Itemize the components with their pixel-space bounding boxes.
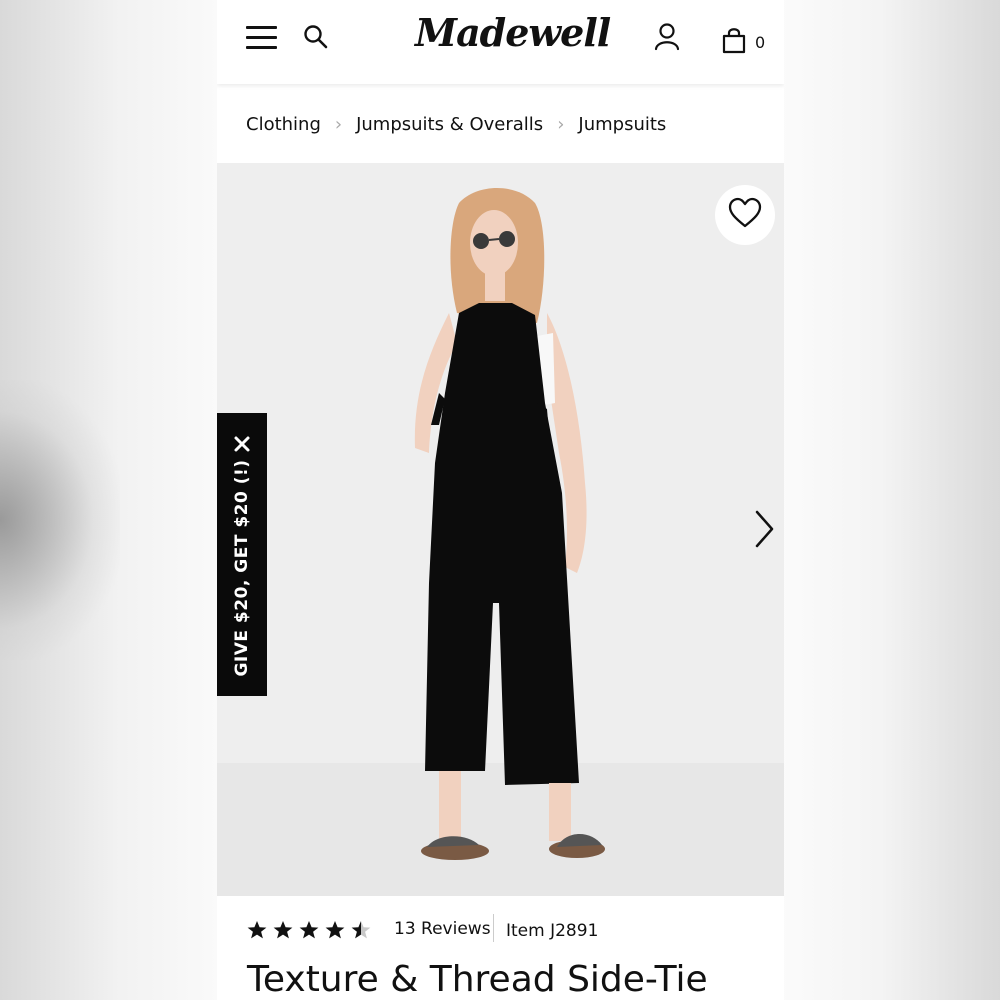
star-icon xyxy=(325,921,345,939)
favorite-button[interactable] xyxy=(715,185,775,245)
half-star-icon xyxy=(351,921,371,939)
account-icon[interactable] xyxy=(653,22,681,52)
search-icon[interactable] xyxy=(303,24,329,50)
phone-screen: Madewell 0 Clothing › Jumpsuits & Overal… xyxy=(217,0,784,1000)
chevron-right-icon[interactable] xyxy=(752,508,776,550)
referral-promo-tab[interactable]: GIVE $20, GET $20 (!) xyxy=(217,413,267,696)
brand-logo[interactable]: Madewell xyxy=(415,10,611,55)
star-icon xyxy=(299,921,319,939)
reviews-link[interactable]: 13 Reviews xyxy=(394,919,491,939)
heart-icon xyxy=(728,197,762,228)
star-rating xyxy=(247,920,371,940)
shopping-bag-icon[interactable] xyxy=(722,26,746,54)
star-icon xyxy=(273,921,293,939)
breadcrumb-jumpsuits[interactable]: Jumpsuits xyxy=(578,114,666,135)
product-title: Texture & Thread Side-Tie xyxy=(247,959,708,1000)
chevron-right-icon: › xyxy=(334,113,343,135)
product-image[interactable] xyxy=(217,163,784,896)
product-info: 13 Reviews Item J2891 Texture & Thread S… xyxy=(217,897,784,1000)
close-icon[interactable] xyxy=(233,435,251,453)
star-icon xyxy=(247,921,267,939)
menu-icon[interactable] xyxy=(246,24,277,50)
divider xyxy=(493,914,494,942)
background-shadow xyxy=(0,380,120,660)
chevron-right-icon: › xyxy=(557,113,565,135)
item-number: Item J2891 xyxy=(506,921,599,941)
promo-text: GIVE $20, GET $20 (!) xyxy=(232,459,252,677)
top-navigation-bar: Madewell 0 xyxy=(217,0,784,84)
breadcrumb-clothing[interactable]: Clothing xyxy=(246,114,321,135)
bag-count: 0 xyxy=(755,33,766,52)
breadcrumb-jumpsuits-overalls[interactable]: Jumpsuits & Overalls xyxy=(356,114,543,135)
breadcrumb: Clothing › Jumpsuits & Overalls › Jumpsu… xyxy=(217,86,784,162)
model-illustration xyxy=(414,188,605,860)
